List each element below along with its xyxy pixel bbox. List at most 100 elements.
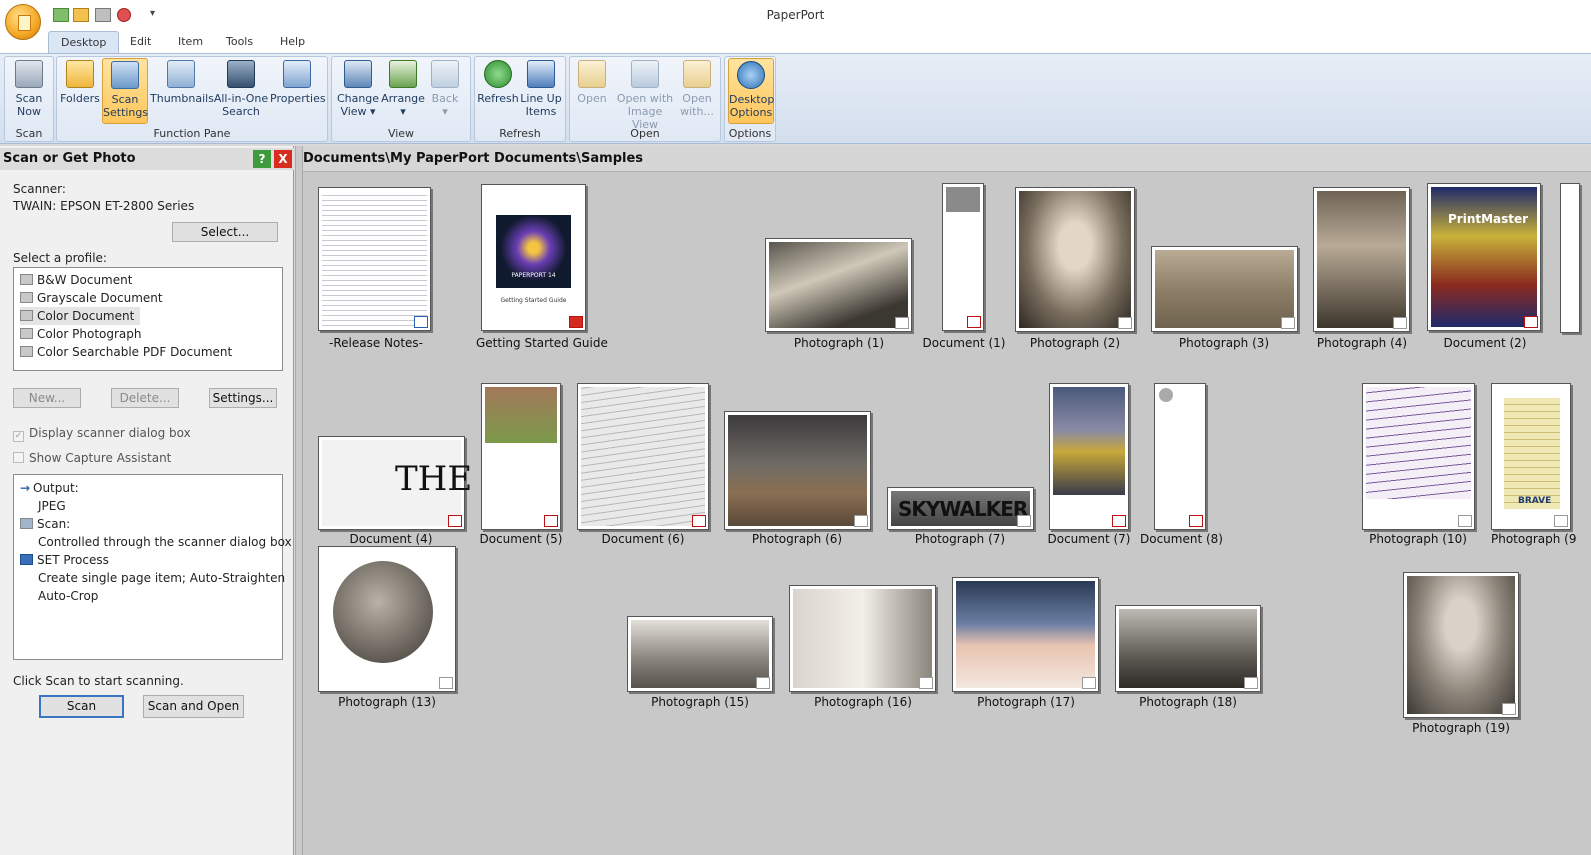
thumbnail-getting-started[interactable]: PAPERPORT 14 Getting Started Guide — [481, 184, 586, 331]
thumbnail-document-4[interactable]: THE — [318, 436, 472, 530]
image-file-icon — [1458, 515, 1472, 527]
thumbnail-photograph-1[interactable] — [765, 238, 912, 332]
pdf-file-icon — [1524, 316, 1538, 328]
photo-image — [1155, 250, 1294, 328]
thumbnail-document-5[interactable] — [481, 383, 561, 530]
checkbox-box: ✓ — [13, 431, 24, 442]
select-scanner-button[interactable]: Select... — [172, 222, 278, 242]
tab-item[interactable]: Item — [166, 31, 215, 53]
thumbnail-photograph-16[interactable] — [789, 585, 936, 692]
customize-qat-icon[interactable]: ▾ — [150, 8, 155, 19]
tab-desktop[interactable]: Desktop — [48, 31, 120, 53]
thumbnail-photograph-4[interactable] — [1313, 187, 1410, 332]
list-item-label: Color Searchable PDF Document — [37, 345, 233, 359]
thumbnail-photograph-3[interactable] — [1151, 246, 1298, 332]
profile-list[interactable]: B&W Document Grayscale Document Color Do… — [13, 267, 283, 371]
detail-row: SET Process — [20, 551, 109, 569]
refresh-button[interactable]: Refresh — [477, 58, 519, 124]
thumbnail-photograph-19[interactable] — [1403, 572, 1519, 718]
display-dialog-checkbox[interactable]: ✓ Display scanner dialog box — [13, 426, 191, 442]
item-caption: Photograph (2) — [1029, 336, 1121, 350]
thumbnail-photograph-2[interactable] — [1015, 187, 1135, 332]
properties-button[interactable]: Properties — [270, 58, 326, 124]
arrange-button[interactable]: Arrange ▾ — [381, 58, 425, 124]
list-item-label: Color Photograph — [37, 327, 142, 341]
item-caption: Photograph (6) — [751, 532, 843, 546]
thumbnail-photograph-17[interactable] — [952, 577, 1099, 692]
delete-profile-button[interactable]: Delete... — [111, 388, 179, 408]
thumbnail-document-2[interactable]: PrintMaster — [1427, 183, 1541, 331]
open-with-image-view-button[interactable]: Open with Image View — [613, 58, 677, 131]
line-up-items-button[interactable]: Line Up Items — [519, 58, 563, 124]
capture-assistant-checkbox[interactable]: Show Capture Assistant — [13, 451, 171, 465]
photo-image — [728, 415, 867, 526]
new-profile-button[interactable]: New... — [13, 388, 81, 408]
application-menu-button[interactable] — [5, 4, 41, 40]
thumbnail-photograph-13[interactable] — [318, 546, 456, 692]
thumbnail-photograph-9[interactable]: BRAVE — [1491, 383, 1571, 530]
thumbnail-photograph-18[interactable] — [1115, 605, 1261, 692]
image-file-icon — [1082, 677, 1096, 689]
stop-icon[interactable] — [117, 8, 131, 22]
print-icon[interactable] — [95, 8, 111, 22]
thumbnail-photograph-10[interactable] — [1362, 383, 1475, 530]
help-button[interactable]: ? — [253, 150, 271, 168]
button-label: Folders — [60, 92, 100, 105]
change-view-button[interactable]: Change View ▾ — [335, 58, 381, 124]
thumbnail-release-notes[interactable] — [318, 187, 431, 331]
group-label: Function Pane — [153, 127, 231, 140]
thumbnails-icon — [167, 60, 195, 88]
scan-icon[interactable] — [53, 8, 69, 22]
list-item[interactable]: Color Document — [20, 307, 141, 325]
thumbnail-document-1[interactable] — [942, 183, 984, 331]
scan-now-button[interactable]: Scan Now — [7, 58, 51, 124]
pdf-file-icon — [448, 515, 462, 527]
checkbox-label: Display scanner dialog box — [29, 426, 191, 440]
thumbnail-photograph-15[interactable] — [627, 616, 773, 692]
thumbnail-document-6[interactable] — [577, 383, 709, 530]
settings-button[interactable]: Settings... — [209, 388, 277, 408]
list-item[interactable]: Color Searchable PDF Document — [20, 343, 232, 361]
pane-title: Scan or Get Photo — [3, 151, 136, 166]
thumbnail-photograph-6[interactable] — [724, 411, 871, 530]
scan-button[interactable]: Scan — [39, 695, 124, 718]
all-in-one-search-button[interactable]: All-in-One Search — [213, 58, 269, 124]
thumbnail-photograph-7[interactable]: SKYWALKER — [887, 487, 1034, 530]
thumbnail-document-8[interactable] — [1154, 383, 1206, 530]
binoculars-icon — [227, 60, 255, 88]
desktop-options-button[interactable]: Desktop Options — [728, 58, 774, 124]
scan-and-open-button[interactable]: Scan and Open — [143, 695, 244, 718]
tab-edit[interactable]: Edit — [118, 31, 163, 53]
open-with-button[interactable]: Open with... — [677, 58, 717, 124]
photo-caption-text: SKYWALKER — [898, 497, 1028, 521]
profile-label: Select a profile: — [13, 251, 107, 265]
item-caption: Document (8) — [1140, 532, 1223, 546]
button-label: Open with Image View — [616, 92, 674, 131]
photo-image — [1019, 191, 1131, 328]
list-item[interactable]: Color Photograph — [20, 325, 142, 343]
arrow-right-icon: → — [20, 481, 31, 495]
detail-row: JPEG — [38, 497, 66, 515]
item-caption: Photograph (16) — [814, 695, 912, 709]
tab-help[interactable]: Help — [268, 31, 317, 53]
pdf-icon — [20, 346, 33, 357]
list-item[interactable]: Grayscale Document — [20, 289, 163, 307]
button-label: All-in-One Search — [213, 92, 269, 118]
open-button[interactable]: Open — [573, 58, 611, 124]
back-button[interactable]: Back ▾ — [425, 58, 465, 124]
folder-icon[interactable] — [73, 8, 89, 22]
thumbnails-button[interactable]: Thumbnails — [150, 58, 214, 124]
close-pane-button[interactable]: X — [274, 150, 292, 168]
photo-image — [1317, 191, 1406, 328]
pane-splitter[interactable] — [295, 146, 303, 855]
list-item[interactable]: B&W Document — [20, 271, 132, 289]
scan-settings-button[interactable]: Scan Settings — [102, 58, 148, 124]
item-caption: Photograph (13) — [338, 695, 436, 709]
detail-row: Controlled through the scanner dialog bo… — [38, 533, 292, 551]
thumbnail-document-7[interactable] — [1049, 383, 1129, 530]
tab-tools[interactable]: Tools — [214, 31, 265, 53]
folders-button[interactable]: Folders — [58, 58, 102, 124]
document-icon — [20, 292, 33, 303]
thumbnail-partial[interactable] — [1560, 183, 1580, 333]
photo-image — [793, 589, 932, 688]
